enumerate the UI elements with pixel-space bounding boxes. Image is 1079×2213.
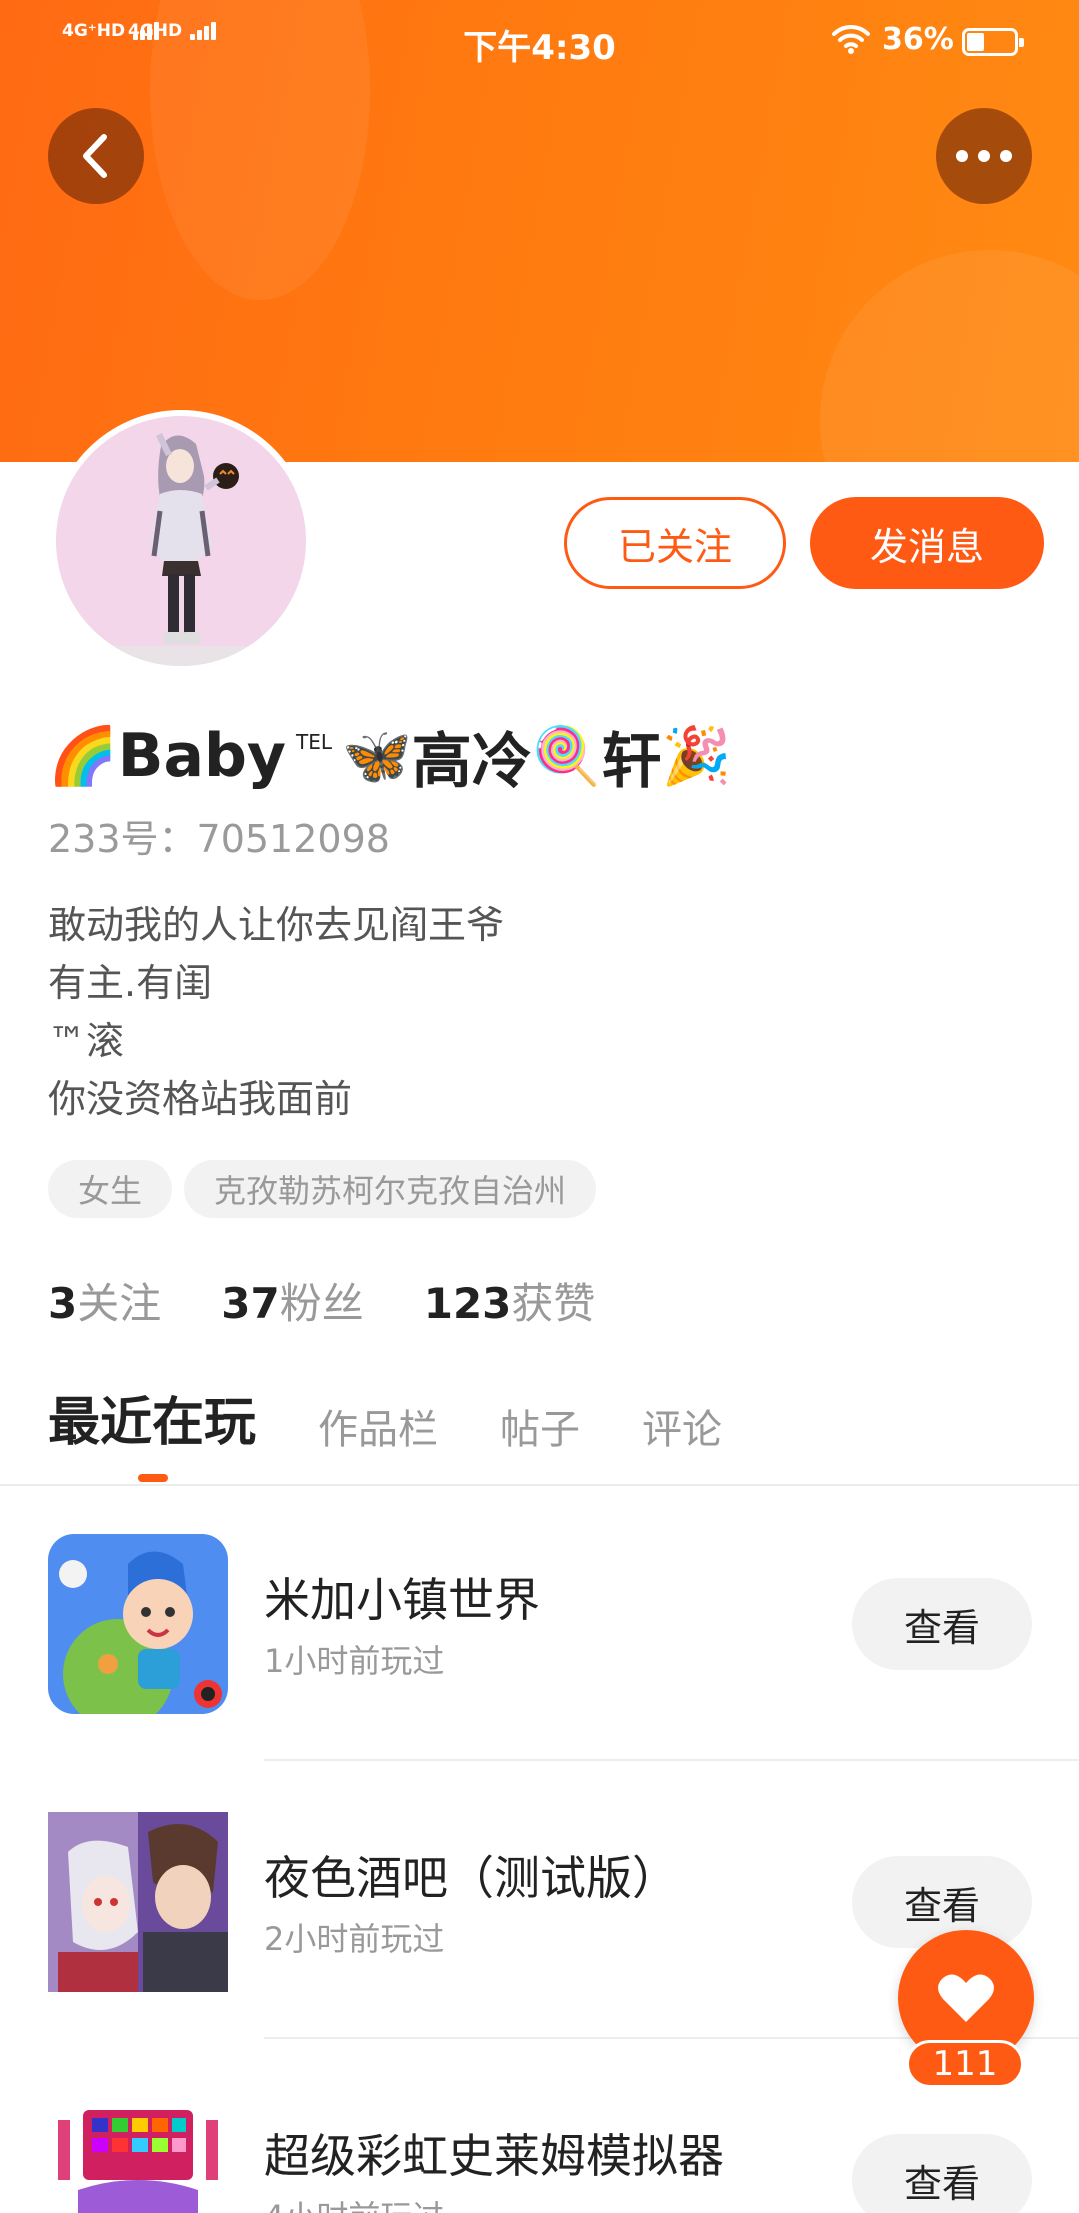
stat-label: 粉丝 bbox=[279, 1279, 364, 1328]
location-tag: 克孜勒苏柯尔克孜自治州 bbox=[184, 1160, 597, 1218]
game-name: 夜色酒吧（测试版） bbox=[264, 1851, 678, 1905]
bio-line: ™滚 bbox=[48, 1019, 125, 1063]
view-button[interactable]: 查看 bbox=[852, 1578, 1032, 1670]
bio: 敢动我的人让你去见阎王爷 有主.有闺 ™滚 你没资格站我面前 bbox=[48, 896, 504, 1128]
more-options-button[interactable] bbox=[936, 108, 1032, 204]
butterfly-emoji: 🦋 bbox=[342, 724, 412, 789]
active-tab-indicator bbox=[138, 1474, 168, 1482]
back-button[interactable] bbox=[48, 108, 144, 204]
tab-recently-played[interactable]: 最近在玩 bbox=[48, 1380, 256, 1455]
status-bar: 4G⁺HD 4GHD 下午4:30 36% bbox=[0, 0, 1079, 84]
user-id-label: 233号： bbox=[48, 817, 197, 861]
likes-stat[interactable]: 123获赞 bbox=[424, 1270, 596, 1331]
stat-number: 3 bbox=[48, 1279, 78, 1328]
stat-label: 获赞 bbox=[511, 1279, 596, 1328]
game-icon bbox=[48, 2090, 228, 2213]
nickname-text: 轩 bbox=[601, 726, 662, 797]
divider bbox=[264, 1759, 1079, 1761]
avatar[interactable] bbox=[50, 410, 312, 672]
avatar-image bbox=[56, 416, 306, 666]
nickname: 🌈 Baby TEL 🦋 高冷 🍭 轩 🎉 bbox=[48, 716, 732, 797]
profile-tags: 女生 克孜勒苏柯尔克孜自治州 bbox=[48, 1160, 597, 1218]
nickname-text: 高冷 bbox=[411, 726, 532, 797]
send-message-button[interactable]: 发消息 bbox=[810, 497, 1044, 589]
like-count-badge: 111 bbox=[906, 2040, 1024, 2088]
content-tabs: 最近在玩 作品栏 帖子 评论 bbox=[48, 1385, 722, 1455]
battery-percent: 36% bbox=[882, 22, 954, 57]
more-dots-icon bbox=[956, 150, 1012, 162]
wifi-icon bbox=[832, 24, 870, 54]
game-icon bbox=[48, 1812, 228, 1992]
game-icon bbox=[48, 1534, 228, 1714]
user-id-value: 70512098 bbox=[196, 817, 390, 861]
last-played: 1小时前玩过 bbox=[264, 1642, 445, 1680]
tab-works[interactable]: 作品栏 bbox=[318, 1397, 438, 1455]
game-name: 米加小镇世界 bbox=[264, 1573, 540, 1627]
stat-label: 关注 bbox=[77, 1279, 162, 1328]
last-played: 2小时前玩过 bbox=[264, 1920, 445, 1958]
list-item[interactable]: 米加小镇世界 1小时前玩过 查看 bbox=[0, 1484, 1079, 1761]
stat-number: 37 bbox=[221, 1279, 280, 1328]
party-popper-emoji: 🎉 bbox=[661, 724, 732, 789]
tab-posts[interactable]: 帖子 bbox=[500, 1397, 580, 1455]
heart-icon bbox=[938, 1974, 994, 2022]
bio-line: 有主.有闺 bbox=[48, 961, 213, 1005]
game-name: 超级彩虹史莱姆模拟器 bbox=[264, 2129, 724, 2183]
stat-number: 123 bbox=[423, 1279, 512, 1328]
chevron-left-icon bbox=[83, 134, 107, 178]
rainbow-emoji: 🌈 bbox=[48, 724, 118, 789]
bio-line: 敢动我的人让你去见阎王爷 bbox=[48, 903, 505, 947]
lollipop-emoji: 🍭 bbox=[531, 724, 602, 789]
following-stat[interactable]: 3关注 bbox=[48, 1270, 161, 1331]
banner-decoration bbox=[820, 250, 1079, 462]
profile-stats: 3关注 37粉丝 123获赞 bbox=[48, 1270, 595, 1331]
view-button[interactable]: 查看 bbox=[852, 2134, 1032, 2213]
bio-line: 你没资格站我面前 bbox=[48, 1077, 353, 1121]
tel-symbol: TEL bbox=[296, 730, 333, 754]
last-played: 4小时前玩过 bbox=[264, 2192, 444, 2213]
followers-stat[interactable]: 37粉丝 bbox=[221, 1270, 363, 1331]
following-button[interactable]: 已关注 bbox=[564, 497, 786, 589]
gender-tag: 女生 bbox=[48, 1160, 173, 1218]
battery-icon bbox=[962, 28, 1024, 56]
user-id: 233号：70512098 bbox=[48, 808, 390, 863]
nickname-text: Baby bbox=[117, 721, 287, 791]
tab-comments[interactable]: 评论 bbox=[642, 1397, 722, 1455]
